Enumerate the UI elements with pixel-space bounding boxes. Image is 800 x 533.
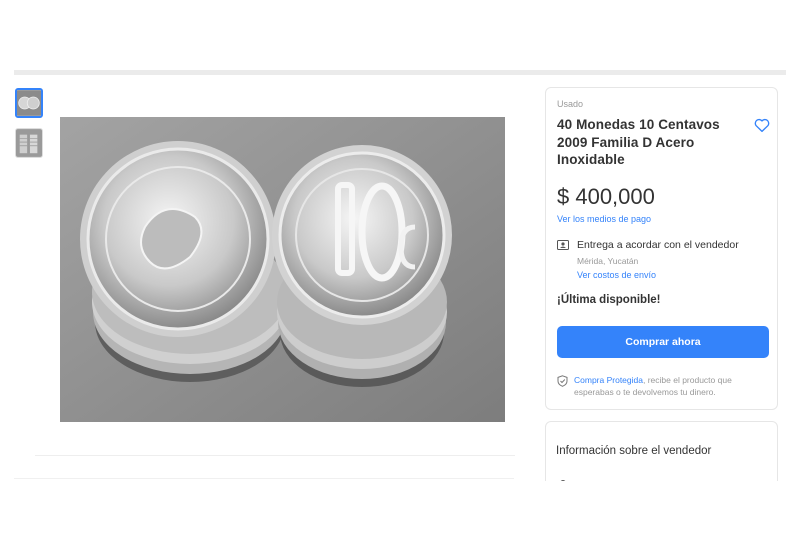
seller-location: Mérida, Yucatán: [577, 256, 639, 266]
condition-label: Usado: [557, 99, 584, 109]
protected-purchase-link[interactable]: Compra Protegida: [574, 375, 643, 385]
thumbnail-2[interactable]: [15, 128, 43, 158]
content-divider: [35, 455, 515, 456]
bottom-separator: [14, 478, 514, 479]
main-product-photo[interactable]: [60, 117, 505, 422]
shipping-costs-link[interactable]: Ver costos de envío: [577, 270, 656, 280]
buy-box: Usado 40 Monedas 10 Centavos 2009 Famili…: [545, 87, 778, 410]
page-bottom-area: [0, 481, 800, 533]
shipping-text: Entrega a acordar con el vendedor: [577, 239, 739, 251]
coin-stacks-illustration: [60, 117, 505, 422]
payment-methods-link[interactable]: Ver los medios de pago: [557, 214, 651, 224]
seller-section-title: Información sobre el vendedor: [556, 445, 712, 457]
favorite-heart-icon[interactable]: [753, 116, 771, 134]
product-price: $ 400,000: [557, 184, 655, 209]
product-title: 40 Monedas 10 Centavos 2009 Familia D Ac…: [557, 117, 720, 167]
buy-now-button[interactable]: Comprar ahora: [557, 326, 769, 358]
coins-side-thumbnail-icon: [16, 129, 42, 157]
shield-check-icon: [557, 375, 568, 387]
id-card-icon: [557, 240, 569, 250]
thumbnail-1[interactable]: [15, 88, 43, 118]
purchase-protection-note: Compra Protegida, recibe el producto que…: [574, 374, 772, 398]
coins-top-thumbnail-icon: [17, 90, 41, 116]
stock-note: ¡Última disponible!: [557, 294, 661, 306]
